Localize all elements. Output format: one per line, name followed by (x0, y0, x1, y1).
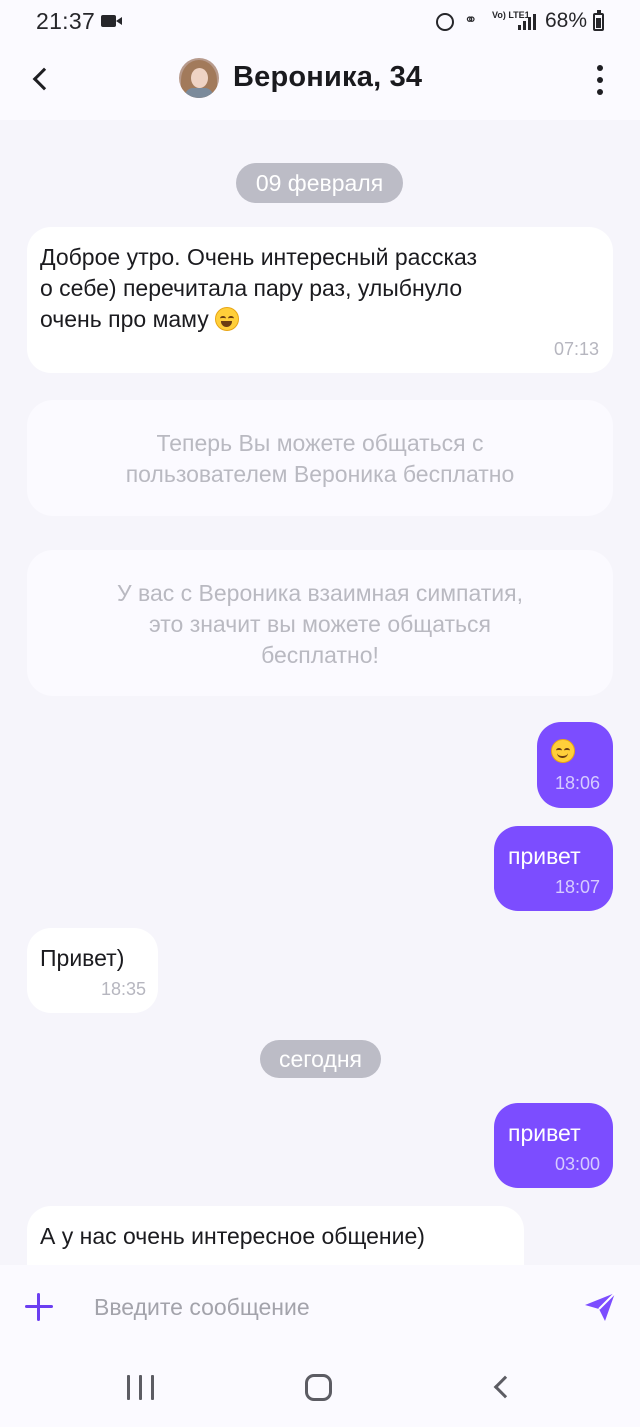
chevron-left-icon (32, 67, 56, 91)
video-camera-icon (101, 15, 122, 27)
message-text: Привет) (40, 945, 125, 971)
received-message[interactable]: Привет) 18:35 (27, 928, 158, 1013)
received-message[interactable]: Доброе утро. Очень интересный рассказ о … (27, 227, 613, 373)
sent-message[interactable]: 18:06 (537, 722, 613, 808)
sent-message[interactable]: привет 03:00 (494, 1103, 613, 1188)
message-text: Доброе утро. Очень интересный рассказ о … (40, 244, 478, 332)
system-nav-bar (0, 1347, 640, 1427)
signal-icon (518, 14, 538, 30)
battery-percent: 68% (545, 9, 588, 32)
date-separator: 09 февраля (236, 163, 403, 203)
send-button[interactable] (583, 1291, 617, 1323)
chat-header: Вероника, 34 (0, 45, 640, 120)
message-text: привет (508, 1120, 581, 1146)
more-options-button[interactable] (588, 63, 612, 97)
chat-title[interactable]: Вероника, 34 (233, 61, 422, 94)
message-time: 18:07 (554, 877, 600, 897)
recent-apps-icon[interactable] (127, 1375, 155, 1400)
smiling-face-icon (551, 739, 575, 763)
system-notice: Теперь Вы можете общаться с пользователе… (27, 400, 613, 516)
status-bar: 21:37 ⚭ Vo) LTE1 68% (0, 0, 640, 45)
status-icons: ⚭ Vo) LTE1 (436, 10, 540, 34)
message-text: привет (508, 843, 581, 869)
add-attachment-button[interactable] (25, 1293, 53, 1321)
system-notice: У вас с Вероника взаимная симпатия, это … (27, 550, 613, 696)
grinning-squint-icon (215, 307, 240, 331)
avatar[interactable] (179, 58, 219, 98)
notice-text: У вас с Вероника взаимная симпатия, это … (117, 580, 523, 668)
message-time: 18:35 (100, 979, 146, 999)
received-message[interactable]: А у нас очень интересное общение) (27, 1206, 524, 1265)
message-text: А у нас очень интересное общение) (40, 1223, 425, 1249)
message-time: 07:13 (553, 339, 599, 359)
wifi-icon: ⚭ (464, 12, 478, 29)
status-time: 21:37 (36, 8, 96, 34)
alarm-icon (436, 13, 454, 31)
back-icon[interactable] (488, 1373, 517, 1403)
message-list[interactable]: 09 февраля Доброе утро. Очень интересный… (0, 120, 640, 1265)
sent-message[interactable]: привет 18:07 (494, 826, 613, 911)
message-time: 03:00 (554, 1154, 600, 1174)
message-time: 18:06 (554, 773, 600, 793)
message-input[interactable] (80, 1285, 550, 1329)
back-button[interactable] (26, 61, 56, 97)
notice-text: Теперь Вы можете общаться с пользователе… (125, 430, 515, 487)
message-composer (0, 1265, 640, 1347)
paper-plane-send-icon (585, 1292, 616, 1321)
date-separator: сегодня (260, 1040, 381, 1078)
battery-icon (593, 10, 604, 31)
home-icon[interactable] (305, 1374, 332, 1401)
